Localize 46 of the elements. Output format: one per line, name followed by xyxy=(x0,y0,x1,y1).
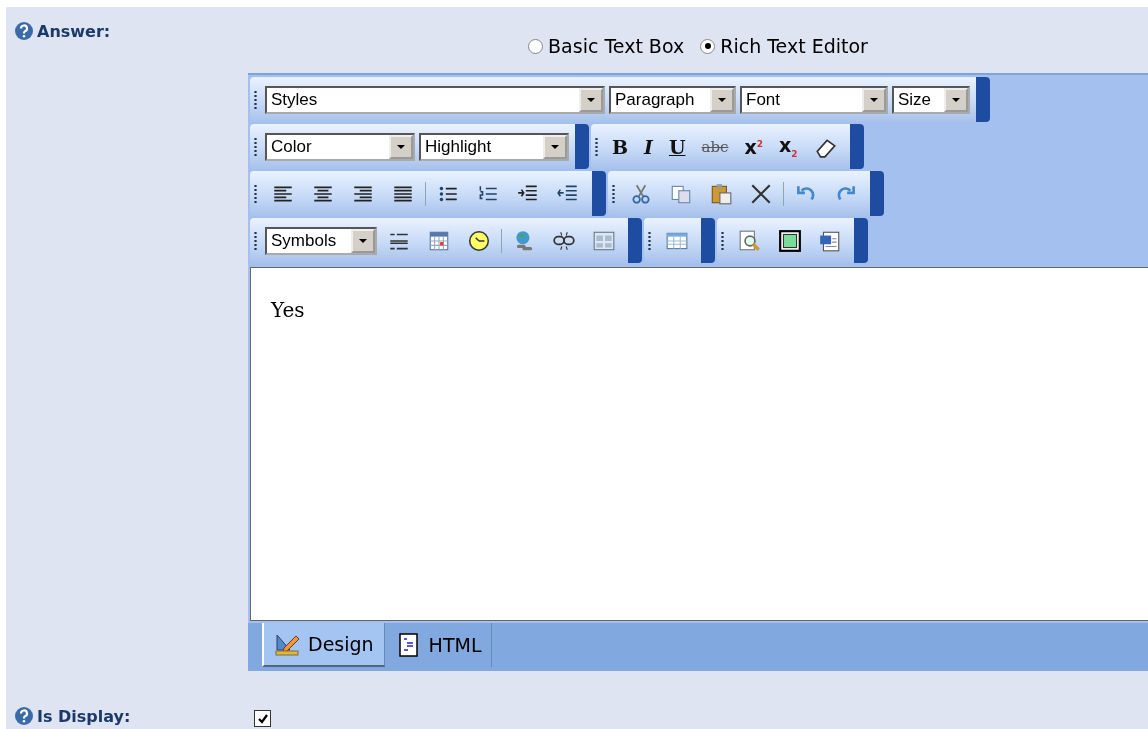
is-display-checkbox[interactable] xyxy=(254,710,271,727)
format-button[interactable]: U xyxy=(662,135,692,158)
dropdown[interactable]: Highlight xyxy=(419,132,569,161)
magnifier-icon[interactable] xyxy=(738,228,762,253)
caret-icon xyxy=(359,238,367,243)
dropdown[interactable]: Size xyxy=(892,85,970,114)
grip-handle[interactable] xyxy=(254,89,257,110)
mode-tab[interactable]: Design xyxy=(262,623,385,667)
clock-icon[interactable] xyxy=(467,228,491,253)
help-icon[interactable] xyxy=(14,706,34,726)
caret-icon xyxy=(587,97,595,102)
dropdown[interactable]: Font xyxy=(740,85,888,114)
dropdown[interactable]: Symbols xyxy=(265,226,377,255)
grip-handle[interactable] xyxy=(595,136,598,157)
format-button[interactable]: abc xyxy=(695,137,735,156)
radio-button[interactable] xyxy=(528,38,544,54)
field-label: Answer: xyxy=(37,21,111,41)
format-button[interactable]: B xyxy=(606,135,635,158)
format-button[interactable]: x$^{2}$ xyxy=(738,135,769,158)
field-label: Is Display: xyxy=(37,706,131,726)
content-text: Yes xyxy=(271,298,305,322)
grip-handle[interactable] xyxy=(721,230,724,251)
caret-icon xyxy=(870,97,878,102)
radio-button[interactable] xyxy=(700,38,716,54)
dropdown[interactable]: Styles xyxy=(265,85,605,114)
format-button[interactable]: x$_{2}$ xyxy=(773,134,804,159)
ruler-pencil-icon xyxy=(274,632,300,656)
radio-label[interactable]: Rich Text Editor xyxy=(720,35,868,57)
editor-content[interactable]: Yes xyxy=(250,267,1148,621)
caret-icon xyxy=(718,97,726,102)
dropdown[interactable]: Paragraph xyxy=(609,85,736,114)
caret-icon xyxy=(397,144,405,149)
select-all-icon[interactable] xyxy=(778,228,802,253)
caret-icon xyxy=(952,97,960,102)
grip-handle[interactable] xyxy=(254,136,257,157)
radio-label[interactable]: Basic Text Box xyxy=(548,35,685,57)
paste-icon[interactable] xyxy=(709,181,733,206)
grip-handle[interactable] xyxy=(648,230,651,251)
help-icon[interactable] xyxy=(14,21,34,41)
caret-icon xyxy=(551,144,559,149)
grip-handle[interactable] xyxy=(254,183,257,204)
grip-handle[interactable] xyxy=(612,183,615,204)
grip-handle[interactable] xyxy=(254,230,257,251)
overflow-button[interactable] xyxy=(849,124,864,169)
dropdown[interactable]: Color xyxy=(265,132,415,161)
format-button[interactable]: I xyxy=(638,135,659,158)
